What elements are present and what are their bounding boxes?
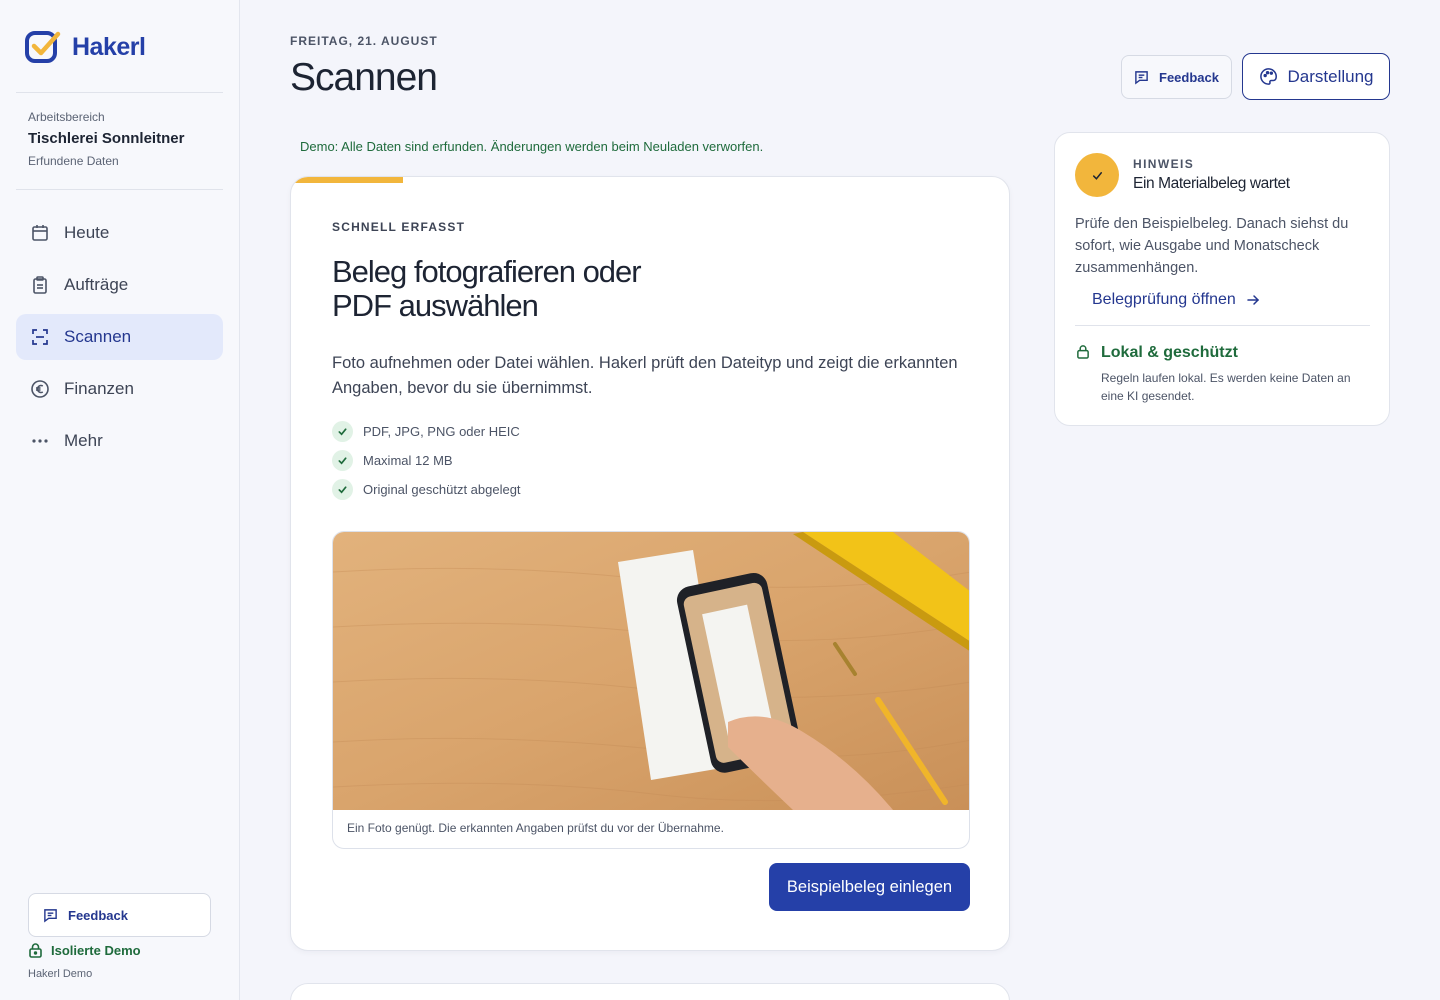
sidebar-feedback-label: Feedback <box>68 907 128 923</box>
sidebar-item-label: Mehr <box>64 431 103 450</box>
next-card <box>290 983 1010 1000</box>
check-icon <box>1075 153 1119 197</box>
check-icon <box>332 421 353 442</box>
appearance-button[interactable]: Darstellung <box>1242 53 1390 100</box>
check-icon <box>332 450 353 471</box>
list-item: Maximal 12 MB <box>332 446 521 475</box>
hint-divider <box>1075 325 1370 326</box>
isolated-demo-label: Isolierte Demo <box>51 942 141 958</box>
sidebar-item-label: Scannen <box>64 327 132 346</box>
sidebar-nav: Heute Aufträge Scannen Finanzen Mehr <box>16 210 223 470</box>
scan-icon <box>30 327 50 347</box>
photo-caption: Ein Foto genügt. Die erkannten Angaben p… <box>347 821 724 835</box>
demo-notice: Demo: Alle Daten sind erfunden. Änderung… <box>300 139 764 154</box>
chat-icon <box>1135 70 1148 85</box>
link-label: Belegprüfung öffnen <box>1092 291 1236 308</box>
sidebar-item-auftraege[interactable]: Aufträge <box>16 262 223 308</box>
check-icon <box>332 479 353 500</box>
list-item: Original geschützt abgelegt <box>332 475 521 504</box>
example-photo-figure: Ein Foto genügt. Die erkannten Angaben p… <box>332 531 970 849</box>
receipt-scan-photo <box>333 532 969 810</box>
hint-text: Prüfe den Beispielbeleg. Danach siehst d… <box>1075 216 1349 276</box>
sidebar-item-scannen[interactable]: Scannen <box>16 314 223 360</box>
hint-eyebrow: HINWEIS <box>1133 157 1195 171</box>
appearance-label: Darstellung <box>1287 66 1374 86</box>
sidebar: Hakerl Arbeitsbereich Tischlerei Sonnlei… <box>0 0 240 1000</box>
hint-title: Ein Materialbeleg wartet <box>1133 175 1290 192</box>
list-item-label: Original geschützt abgelegt <box>363 482 521 497</box>
page-date: FREITAG, 21. AUGUST <box>290 34 438 48</box>
insert-sample-receipt-button[interactable]: Beispielbeleg einlegen <box>769 863 970 911</box>
feedback-label: Feedback <box>1159 69 1219 85</box>
sidebar-divider <box>16 189 223 190</box>
sidebar-item-label: Aufträge <box>64 275 129 294</box>
local-safe-title: Lokal & geschützt <box>1101 344 1238 361</box>
workspace-sub: Erfundene Daten <box>28 154 119 168</box>
local-safe-text: Regeln laufen lokal. Es werden keine Dat… <box>1101 371 1351 403</box>
calendar-icon <box>30 223 50 243</box>
sidebar-item-finanzen[interactable]: Finanzen <box>16 366 223 412</box>
sidebar-footer-text: Hakerl Demo <box>28 968 93 980</box>
sidebar-divider <box>16 92 223 93</box>
sidebar-item-label: Heute <box>64 223 110 242</box>
lock-icon <box>29 943 42 958</box>
scan-card: SCHNELL ERFASST Beleg fotografieren oder… <box>290 176 1010 951</box>
open-receipt-review-link[interactable]: Belegprüfung öffnen <box>1092 291 1260 309</box>
lock-icon <box>1077 345 1089 359</box>
sidebar-item-mehr[interactable]: Mehr <box>16 418 223 464</box>
palette-icon <box>1259 68 1277 85</box>
clipboard-icon <box>30 275 50 295</box>
brand-name: Hakerl <box>72 32 146 61</box>
more-icon <box>30 431 50 451</box>
sidebar-item-heute[interactable]: Heute <box>16 210 223 256</box>
workspace-name: Tischlerei Sonnleitner <box>28 130 185 147</box>
card-description: Foto aufnehmen oder Datei wählen. Hakerl… <box>332 354 958 397</box>
workspace-label: Arbeitsbereich <box>28 110 105 124</box>
card-title: Beleg fotografieren oder PDF auswählen <box>332 254 642 323</box>
chat-icon <box>44 908 57 923</box>
card-accent-bar <box>291 177 403 183</box>
brand[interactable]: Hakerl <box>24 28 146 66</box>
list-item-label: PDF, JPG, PNG oder HEIC <box>363 424 520 439</box>
requirements-list: PDF, JPG, PNG oder HEIC Maximal 12 MB Or… <box>332 417 521 504</box>
workspace-switcher[interactable]: Arbeitsbereich Tischlerei Sonnleitner Er… <box>28 110 184 168</box>
isolated-demo-badge: Isolierte Demo <box>28 942 141 958</box>
arrow-right-icon <box>1247 295 1259 305</box>
checkbox-logo-icon <box>25 31 61 63</box>
euro-icon <box>30 379 50 399</box>
sidebar-feedback-button[interactable]: Feedback <box>28 893 211 937</box>
card-eyebrow: SCHNELL ERFASST <box>332 220 466 234</box>
hint-card: HINWEIS Ein Materialbeleg wartet Prüfe d… <box>1054 132 1390 426</box>
list-item-label: Maximal 12 MB <box>363 453 453 468</box>
feedback-button[interactable]: Feedback <box>1121 55 1232 99</box>
sidebar-item-label: Finanzen <box>64 379 134 398</box>
page-title: Scannen <box>290 56 438 99</box>
list-item: PDF, JPG, PNG oder HEIC <box>332 417 521 446</box>
